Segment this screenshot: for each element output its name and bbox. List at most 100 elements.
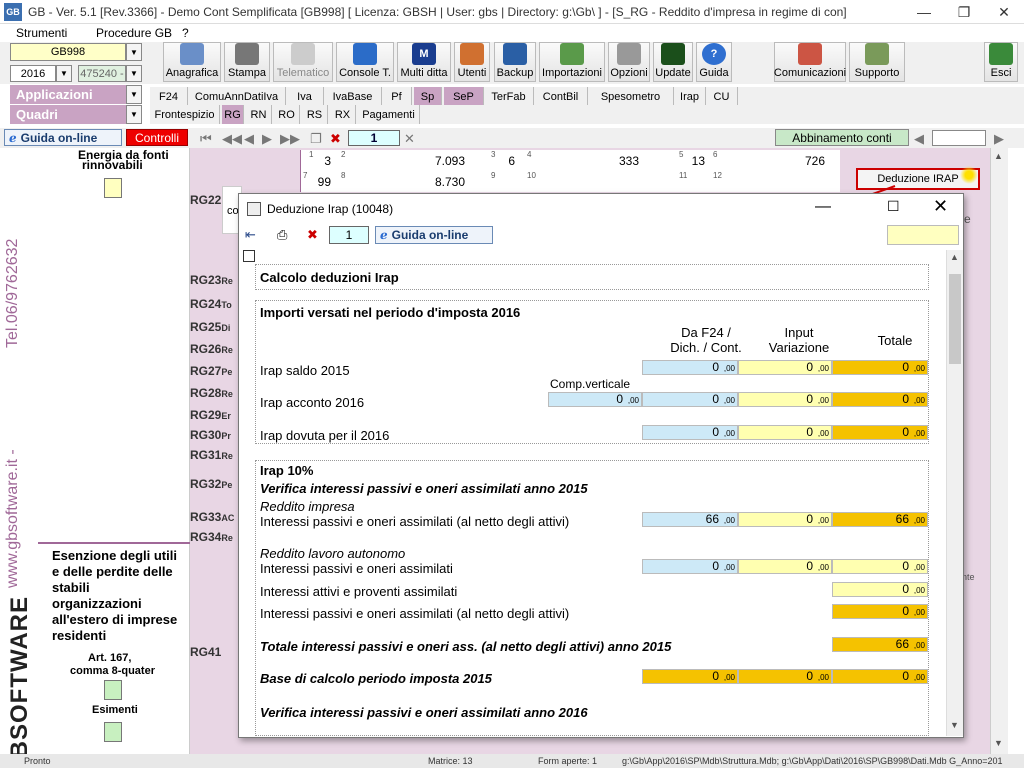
tab-frontespizio[interactable]: Frontespizio [150, 105, 220, 124]
rinnovabili-checkbox[interactable] [104, 178, 122, 198]
next-record-icon[interactable]: ▶ [994, 131, 1004, 147]
section-applicazioni[interactable]: Applicazioni [10, 85, 126, 104]
code-field[interactable]: 475240 - [78, 65, 126, 82]
int-pass-f24[interactable]: 0 [642, 559, 738, 574]
cell-8[interactable]: 8.730 [361, 175, 465, 189]
tab-pagamenti[interactable]: Pagamenti [358, 105, 420, 124]
opzioni-button[interactable]: Opzioni [608, 42, 650, 82]
tab-rx[interactable]: RX [330, 105, 356, 124]
irap-dovuta-input[interactable]: 0 [738, 425, 832, 440]
anagrafica-button[interactable]: Anagrafica [163, 42, 221, 82]
go-icon[interactable]: ✕ [404, 131, 415, 147]
irap-saldo-input[interactable]: 0 [738, 360, 832, 375]
next-icon[interactable]: ▶ [262, 131, 272, 147]
cell-4[interactable]: 333 [541, 154, 639, 168]
irap-dovuta-f24[interactable]: 0 [642, 425, 738, 440]
tab-iva[interactable]: Iva [286, 87, 324, 106]
tab-sp[interactable]: Sp [414, 87, 442, 106]
int-attivi-tot[interactable]: 0 [832, 582, 928, 597]
dialog-scroll-down-icon[interactable]: ▼ [950, 720, 959, 730]
int-netto-f24[interactable]: 66 [642, 512, 738, 527]
record-field[interactable] [932, 130, 986, 146]
update-button[interactable]: Update [653, 42, 693, 82]
copy-icon[interactable]: ❐ [310, 131, 322, 147]
importazioni-button[interactable]: Importazioni [539, 42, 605, 82]
cell-2[interactable]: 7.093 [361, 154, 465, 168]
tab-f24[interactable]: F24 [150, 87, 188, 106]
quadri-dropdown-icon[interactable]: ▼ [126, 105, 142, 124]
dialog-page-field[interactable]: 1 [329, 226, 369, 244]
cell-5[interactable]: 13 [685, 154, 705, 168]
dialog-scroll-up-icon[interactable]: ▲ [950, 252, 959, 262]
scroll-up-icon[interactable]: ▲ [994, 151, 1003, 161]
code-dropdown-icon[interactable]: ▼ [126, 65, 142, 82]
esimenti-checkbox[interactable] [104, 722, 122, 742]
main-scrollbar[interactable]: ▲ ▼ [990, 148, 1008, 754]
dialog-scroll-thumb[interactable] [949, 274, 961, 364]
menu-procedure-gb[interactable]: Procedure GB [96, 26, 172, 40]
prev-fast-icon[interactable]: ◀◀ [222, 131, 242, 147]
tab-contbil[interactable]: ContBil [534, 87, 588, 106]
restore-button[interactable]: ❐ [944, 0, 984, 24]
tab-rn[interactable]: RN [246, 105, 272, 124]
cell-1[interactable]: 3 [315, 154, 331, 168]
guida-button[interactable]: ? Guida [696, 42, 732, 82]
dialog-guida-button[interactable]: ℯ Guida on-line [375, 226, 493, 244]
section-quadri[interactable]: Quadri [10, 105, 126, 124]
controlli-button[interactable]: Controlli [126, 129, 188, 146]
dialog-select-checkbox[interactable] [243, 250, 255, 262]
tab-comuanndatiiva[interactable]: ComuAnnDatiIva [188, 87, 286, 106]
year-dropdown-icon[interactable]: ▼ [56, 65, 72, 82]
menu-help[interactable]: ? [182, 26, 189, 40]
exit-door-icon[interactable]: ⇤ [245, 227, 256, 243]
irap-saldo-f24[interactable]: 0 [642, 360, 738, 375]
company-dropdown-icon[interactable]: ▼ [126, 43, 142, 61]
delete-icon[interactable]: ✖ [330, 131, 341, 147]
dialog-delete-icon[interactable]: ✖ [307, 227, 318, 243]
irap-acconto-input[interactable]: 0 [738, 392, 832, 407]
backup-button[interactable]: Backup [494, 42, 536, 82]
comunicazioni-button[interactable]: Comunicazioni [774, 42, 846, 82]
abbinamento-conti-button[interactable]: Abbinamento conti [775, 129, 909, 146]
menu-strumenti[interactable]: Strumenti [16, 26, 67, 40]
guida-online-button[interactable]: ℯ Guida on-line [4, 129, 122, 146]
dialog-maximize-icon[interactable]: ☐ [887, 198, 900, 215]
esci-button[interactable]: Esci [984, 42, 1018, 82]
next-fast-icon[interactable]: ▶▶ [280, 131, 300, 147]
irap-acconto-f24[interactable]: 0 [642, 392, 738, 407]
cell-7[interactable]: 99 [311, 175, 331, 189]
tab-terfab[interactable]: TerFab [484, 87, 534, 106]
multi-ditta-button[interactable]: M Multi ditta [397, 42, 451, 82]
tab-rs[interactable]: RS [302, 105, 328, 124]
int-pass-input[interactable]: 0 [738, 559, 832, 574]
supporto-button[interactable]: Supporto [849, 42, 905, 82]
prev-icon[interactable]: ◀ [244, 131, 254, 147]
console-button[interactable]: Console T. [336, 42, 394, 82]
cell-3[interactable]: 6 [495, 154, 515, 168]
company-field[interactable]: GB998 [10, 43, 126, 61]
tab-cu[interactable]: CU [706, 87, 738, 106]
dialog-close-icon[interactable]: ✕ [933, 196, 948, 217]
tab-ivabase[interactable]: IvaBase [324, 87, 382, 106]
tab-irap[interactable]: Irap [674, 87, 706, 106]
stampa-button[interactable]: Stampa [224, 42, 270, 82]
dialog-print-icon[interactable]: ⎙ [277, 227, 287, 243]
telematico-button[interactable]: Telematico [273, 42, 333, 82]
tab-ro[interactable]: RO [274, 105, 300, 124]
prev-record-icon[interactable]: ◀ [914, 131, 924, 147]
tab-spesometro[interactable]: Spesometro [588, 87, 674, 106]
tab-rg[interactable]: RG [222, 105, 244, 124]
year-field[interactable]: 2016 [10, 65, 56, 82]
scroll-down-icon[interactable]: ▼ [994, 738, 1003, 748]
page-number-field[interactable]: 1 [348, 130, 400, 146]
minimize-button[interactable]: — [904, 0, 944, 24]
tab-sep[interactable]: SeP [444, 87, 484, 106]
art167-checkbox[interactable] [104, 680, 122, 700]
int-netto-input[interactable]: 0 [738, 512, 832, 527]
utenti-button[interactable]: Utenti [454, 42, 490, 82]
irap-acconto-comp[interactable]: 0 [548, 392, 642, 407]
close-button[interactable]: ✕ [984, 0, 1024, 24]
dialog-minimize-icon[interactable]: — [815, 198, 831, 216]
cell-6[interactable]: 726 [721, 154, 825, 168]
dialog-note-field[interactable] [887, 225, 959, 245]
